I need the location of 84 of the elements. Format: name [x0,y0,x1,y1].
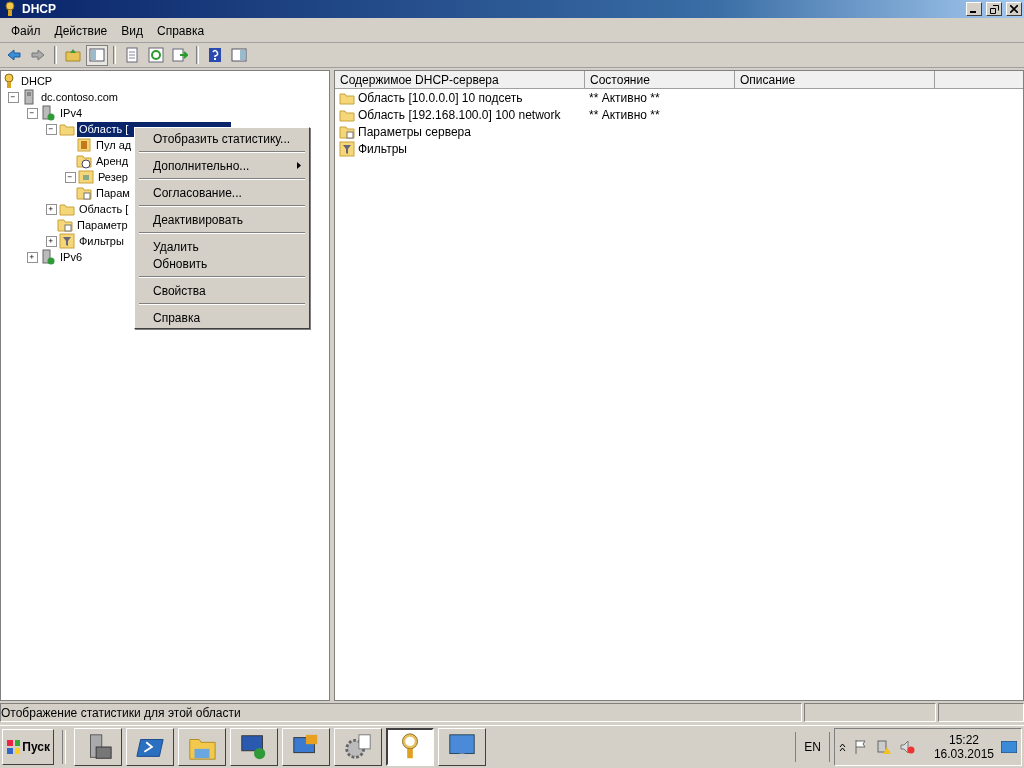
taskbar-button[interactable] [386,728,434,766]
tree-item[interactable]: Пул ад [94,137,134,153]
folder-icon [59,201,75,217]
expand-toggle[interactable] [46,235,57,247]
forward-arrow-icon [30,47,46,63]
list-item[interactable]: Область [192.168.100.0] 100 network [358,107,561,122]
tree-item[interactable]: dc.contoso.com [39,89,121,105]
lease-icon [76,153,92,169]
filter-icon [339,140,355,157]
dhcp-icon [2,1,18,17]
options-icon [339,123,355,140]
options-icon [57,217,73,233]
server-icon [40,249,56,265]
menu-item[interactable]: Вид [114,22,150,40]
options-icon [76,185,92,201]
reservation-icon [78,169,94,185]
plus-icon [48,237,55,245]
tree-item[interactable]: Параметр [75,217,130,233]
speaker-muted-icon[interactable] [899,739,915,755]
list-item[interactable]: Область [10.0.0.0] 10 подсеть [358,90,523,105]
folder-icon [59,121,75,137]
panel-icon [231,47,247,63]
collapse-toggle[interactable] [46,123,57,135]
refresh-icon [148,47,164,63]
table-cell: ** Активно ** [589,107,660,122]
chevron-up-icon[interactable] [839,742,846,752]
collapse-toggle[interactable] [8,91,19,103]
tree-toggle-button[interactable] [86,44,108,66]
pool-icon [76,137,92,153]
tree-item[interactable]: IPv6 [58,249,84,265]
filter-icon [59,233,75,249]
list-item[interactable]: Параметры сервера [358,124,471,139]
menu-item[interactable]: Дополнительно... [137,157,307,174]
restore-button[interactable] [986,2,1002,16]
tree-item[interactable]: Парам [94,185,132,201]
menu-item[interactable]: Справка [150,22,212,40]
expand-toggle[interactable] [27,251,38,263]
tree-view-icon [89,47,105,63]
list-export-icon [172,47,188,63]
window-title: DHCP [22,2,57,16]
refresh-button[interactable] [145,44,167,66]
menu-item[interactable]: Файл [4,22,48,40]
tree-item[interactable]: DHCP [19,73,55,89]
menu-item[interactable]: Обновить [137,255,307,272]
column-header[interactable]: Описание [735,71,935,89]
table-cell: ** Активно ** [589,90,660,105]
plus-icon [48,205,55,213]
collapse-toggle[interactable] [27,107,38,119]
collapse-toggle[interactable] [65,171,76,183]
four-squares-icon [6,739,21,755]
tree-item[interactable]: Фильтры [77,233,126,249]
language-indicator[interactable]: EN [795,732,830,762]
list-item[interactable]: Фильтры [358,141,407,156]
start-button[interactable]: Пуск [2,729,54,765]
server-icon [40,105,56,121]
restore-icon [989,4,999,14]
control-panel-icon [447,732,477,762]
menu-item[interactable]: Действие [47,22,115,40]
close-icon [1010,5,1018,13]
menu-item[interactable]: Справка [137,309,307,326]
menu-item[interactable]: Свойства [137,282,307,299]
dhcp-icon [1,73,17,89]
tree-item[interactable]: Резер [96,169,130,185]
menu-item[interactable]: Деактивировать [137,211,307,228]
tree-item[interactable]: Область [ [77,201,131,217]
minimize-button[interactable] [966,2,982,16]
tree-item[interactable]: IPv4 [58,105,84,121]
gear-icon [343,732,373,762]
server-icon [21,89,37,105]
menu-item[interactable]: Отобразить статистику... [137,130,307,147]
folder-up-icon [65,47,81,63]
expand-toggle[interactable] [46,203,57,215]
help-icon [207,47,223,63]
close-button[interactable] [1006,2,1022,16]
column-header[interactable]: Состояние [585,71,735,89]
back-arrow-icon [6,47,22,63]
tree-item[interactable]: Аренд [94,153,131,169]
column-header[interactable]: Содержимое DHCP-сервера [335,71,585,89]
status-text: Отображение статистики для этой области [0,703,802,722]
flag-icon[interactable] [853,739,869,755]
document-icon [124,47,140,63]
plus-icon [29,253,36,261]
menu-item[interactable]: Удалить [137,238,307,255]
menu-item[interactable]: Согласование... [137,184,307,201]
